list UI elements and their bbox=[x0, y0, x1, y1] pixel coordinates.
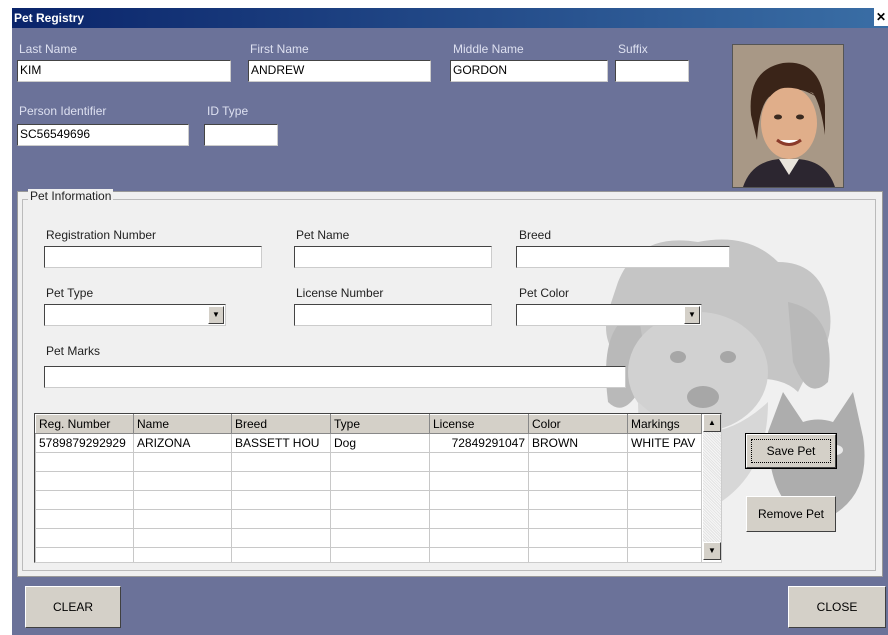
license-number-label: License Number bbox=[296, 286, 384, 300]
column-header-color[interactable]: Color bbox=[528, 414, 628, 434]
pet-information-group: Pet Information Registration Number Pet … bbox=[17, 189, 883, 577]
person-identifier-label: Person Identifier bbox=[19, 104, 107, 118]
breed-label: Breed bbox=[519, 228, 552, 242]
column-header-name[interactable]: Name bbox=[133, 414, 232, 434]
clear-button[interactable]: CLEAR bbox=[25, 586, 121, 628]
cell-type[interactable]: Dog bbox=[330, 433, 430, 453]
table-row[interactable] bbox=[35, 471, 702, 491]
table-row[interactable] bbox=[35, 490, 702, 510]
last-name-field[interactable]: KIM bbox=[17, 60, 231, 82]
table-row[interactable] bbox=[35, 547, 702, 562]
save-pet-button[interactable]: Save Pet bbox=[745, 433, 837, 469]
table-row[interactable] bbox=[35, 528, 702, 548]
save-pet-label: Save Pet bbox=[766, 444, 816, 458]
clear-label: CLEAR bbox=[52, 600, 93, 614]
pet-marks-field[interactable] bbox=[44, 366, 626, 388]
close-icon[interactable]: ✕ bbox=[874, 8, 888, 26]
cell-markings[interactable]: WHITE PAV bbox=[627, 433, 702, 453]
arrow-down-icon[interactable]: ▼ bbox=[684, 306, 700, 324]
arrow-up-icon[interactable]: ▲ bbox=[703, 414, 721, 432]
registration-number-field[interactable] bbox=[44, 246, 262, 268]
column-header-license[interactable]: License bbox=[429, 414, 529, 434]
middle-name-field[interactable]: GORDON bbox=[450, 60, 608, 82]
close-label: CLOSE bbox=[816, 600, 858, 614]
table-header-row: Reg. Number Name Breed Type License Colo… bbox=[35, 414, 702, 434]
pet-color-select[interactable]: ▼ bbox=[516, 304, 702, 326]
close-button[interactable]: CLOSE bbox=[788, 586, 886, 628]
pet-table: Reg. Number Name Breed Type License Colo… bbox=[35, 414, 702, 562]
remove-pet-label: Remove Pet bbox=[757, 507, 825, 521]
window-title: Pet Registry bbox=[14, 11, 85, 25]
cell-reg-number[interactable]: 5789879292929 bbox=[35, 433, 134, 453]
suffix-label: Suffix bbox=[618, 42, 648, 56]
person-identifier-field[interactable]: SC56549696 bbox=[17, 124, 189, 146]
cell-color[interactable]: BROWN bbox=[528, 433, 628, 453]
table-row[interactable] bbox=[35, 509, 702, 529]
table-row[interactable]: 5789879292929 ARIZONA BASSETT HOU Dog 72… bbox=[35, 433, 702, 453]
last-name-label: Last Name bbox=[19, 42, 78, 56]
remove-pet-button[interactable]: Remove Pet bbox=[746, 496, 836, 532]
grid-vertical-scrollbar[interactable]: ▲ ▼ bbox=[703, 414, 721, 560]
pet-information-legend: Pet Information bbox=[28, 189, 114, 203]
table-row[interactable] bbox=[35, 452, 702, 472]
license-number-field[interactable] bbox=[294, 304, 492, 326]
id-type-field[interactable] bbox=[204, 124, 278, 146]
suffix-field[interactable] bbox=[615, 60, 689, 82]
id-type-label: ID Type bbox=[207, 104, 249, 118]
registration-number-label: Registration Number bbox=[46, 228, 157, 242]
pet-type-label: Pet Type bbox=[46, 286, 94, 300]
first-name-label: First Name bbox=[250, 42, 309, 56]
breed-field[interactable] bbox=[516, 246, 730, 268]
arrow-down-icon[interactable]: ▼ bbox=[208, 306, 224, 324]
column-header-reg-number[interactable]: Reg. Number bbox=[35, 414, 134, 434]
pet-type-select[interactable]: ▼ bbox=[44, 304, 226, 326]
pet-registry-window: Last Name KIM First Name ANDREW Middle N… bbox=[12, 28, 888, 635]
arrow-down-icon[interactable]: ▼ bbox=[703, 542, 721, 560]
title-bar: Pet Registry ✕ bbox=[12, 8, 888, 28]
cell-license[interactable]: 72849291047 bbox=[429, 433, 529, 453]
pet-marks-label: Pet Marks bbox=[46, 344, 101, 358]
column-header-markings[interactable]: Markings bbox=[627, 414, 702, 434]
pet-name-label: Pet Name bbox=[296, 228, 350, 242]
column-header-type[interactable]: Type bbox=[330, 414, 430, 434]
first-name-field[interactable]: ANDREW bbox=[248, 60, 431, 82]
person-photo bbox=[732, 44, 844, 188]
column-header-breed[interactable]: Breed bbox=[231, 414, 331, 434]
pet-name-field[interactable] bbox=[294, 246, 492, 268]
pet-list-grid[interactable]: Reg. Number Name Breed Type License Colo… bbox=[34, 413, 722, 563]
pet-color-label: Pet Color bbox=[519, 286, 570, 300]
middle-name-label: Middle Name bbox=[453, 42, 524, 56]
cell-name[interactable]: ARIZONA bbox=[133, 433, 232, 453]
cell-breed[interactable]: BASSETT HOU bbox=[231, 433, 331, 453]
